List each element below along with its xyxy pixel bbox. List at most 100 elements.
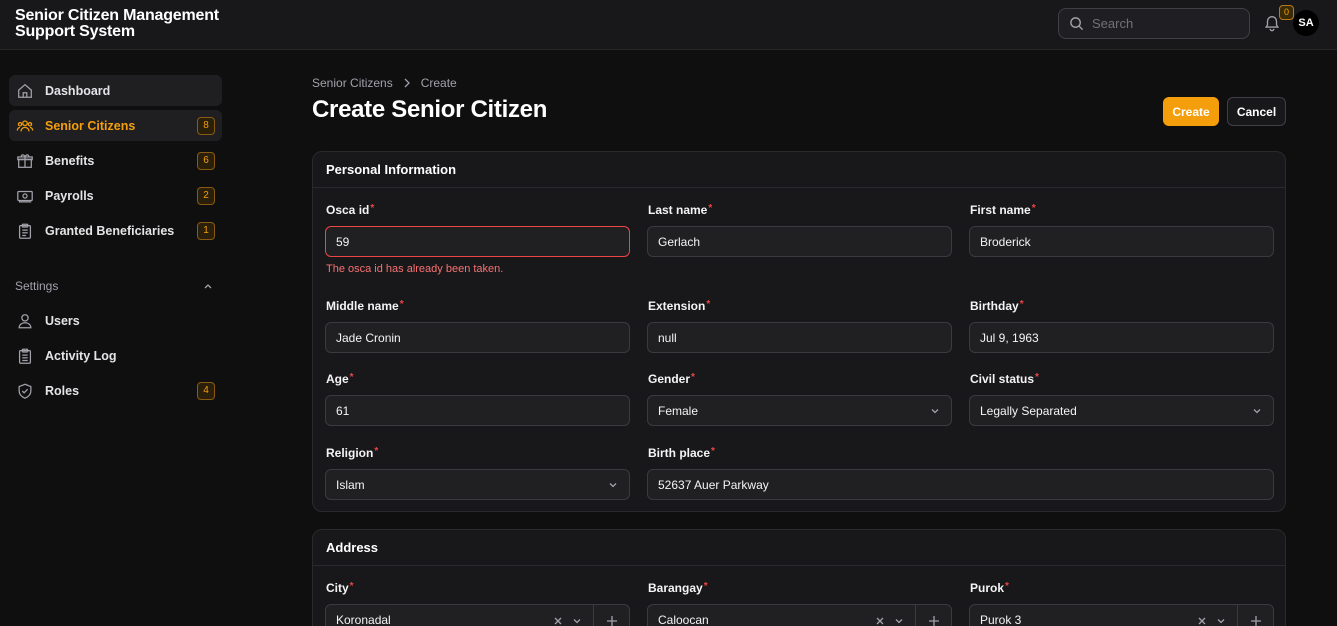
sidebar-item-label: Senior Citizens xyxy=(45,118,136,133)
sidebar-item-roles[interactable]: Roles 4 xyxy=(9,375,222,406)
plus-icon[interactable] xyxy=(1250,615,1262,626)
last-name-field[interactable]: Gerlach xyxy=(647,226,952,257)
chevron-right-icon xyxy=(404,78,410,88)
divider xyxy=(593,605,594,626)
count-badge: 6 xyxy=(197,152,215,170)
chevron-down-icon[interactable] xyxy=(572,616,582,626)
religion-label: Religion* xyxy=(326,446,379,460)
sidebar-item-label: Benefits xyxy=(45,153,95,168)
sidebar-item-label: Payrolls xyxy=(45,188,94,203)
clear-icon[interactable] xyxy=(553,616,563,626)
count-badge: 2 xyxy=(197,187,215,205)
purok-label: Purok* xyxy=(970,581,1009,595)
birth-place-label: Birth place* xyxy=(648,446,715,460)
sidebar-item-granted-beneficiaries[interactable]: Granted Beneficiaries 1 xyxy=(9,215,222,246)
sidebar-item-senior-citizens[interactable]: Senior Citizens 8 xyxy=(9,110,222,141)
search-placeholder: Search xyxy=(1092,16,1134,31)
breadcrumb: Senior Citizens Create xyxy=(312,76,457,90)
chevron-down-icon xyxy=(609,483,617,488)
sidebar-item-activity-log[interactable]: Activity Log xyxy=(9,340,222,371)
birth-place-field[interactable]: 52637 Auer Parkway xyxy=(647,469,1274,500)
user-icon xyxy=(15,311,35,331)
chevron-down-icon[interactable] xyxy=(1216,616,1226,626)
sidebar-item-label: Roles xyxy=(45,383,80,398)
sidebar-item-payrolls[interactable]: Payrolls 2 xyxy=(9,180,222,211)
sidebar-item-users[interactable]: Users xyxy=(9,305,222,336)
page-title: Create Senior Citizen xyxy=(312,96,548,123)
civil-status-label: Civil status* xyxy=(970,372,1039,386)
clipboard-icon xyxy=(15,221,35,241)
sidebar-item-label: Users xyxy=(45,313,80,328)
home-icon xyxy=(15,81,35,101)
users-group-icon xyxy=(15,116,35,136)
create-button[interactable]: Create xyxy=(1163,97,1219,126)
first-name-label: First name* xyxy=(970,203,1036,217)
section-heading: Address xyxy=(313,530,1285,566)
age-label: Age* xyxy=(326,372,354,386)
chevron-down-icon[interactable] xyxy=(894,616,904,626)
purok-select[interactable]: Purok 3 xyxy=(969,604,1274,626)
chevron-down-icon xyxy=(1253,409,1261,414)
city-select[interactable]: Koronadal xyxy=(325,604,630,626)
count-badge: 1 xyxy=(197,222,215,240)
city-label: City* xyxy=(326,581,354,595)
purok-value: Purok 3 xyxy=(980,612,1022,626)
gift-icon xyxy=(15,151,35,171)
religion-value: Islam xyxy=(336,477,365,492)
section-heading: Personal Information xyxy=(313,152,1285,188)
avatar[interactable]: SA xyxy=(1293,10,1319,36)
city-value: Koronadal xyxy=(336,612,391,626)
age-field[interactable]: 61 xyxy=(325,395,630,426)
chevron-up-icon[interactable] xyxy=(203,281,213,291)
chevron-down-icon xyxy=(931,409,939,414)
first-name-field[interactable]: Broderick xyxy=(969,226,1274,257)
personal-information-section: Personal Information Osca id* 59 The osc… xyxy=(312,151,1286,512)
osca-id-label: Osca id* xyxy=(326,203,375,217)
banknote-icon xyxy=(15,186,35,206)
last-name-label: Last name* xyxy=(648,203,713,217)
extension-label: Extension* xyxy=(648,299,711,313)
sidebar-item-dashboard[interactable]: Dashboard xyxy=(9,75,222,106)
sidebar: Dashboard Senior Citizens 8 Benefits 6 P… xyxy=(0,50,232,626)
clipboard-list-icon xyxy=(15,346,35,366)
sidebar-item-label: Activity Log xyxy=(45,348,117,363)
birthday-label: Birthday* xyxy=(970,299,1024,313)
gender-value: Female xyxy=(658,403,699,418)
clear-icon[interactable] xyxy=(875,616,885,626)
shield-check-icon xyxy=(15,381,35,401)
middle-name-label: Middle name* xyxy=(326,299,404,313)
top-bar: Senior Citizen Management Support System… xyxy=(0,0,1337,50)
civil-status-value: Legally Separated xyxy=(980,403,1077,418)
settings-group-label[interactable]: Settings xyxy=(15,279,215,293)
sidebar-item-label: Granted Beneficiaries xyxy=(45,223,175,238)
gender-select[interactable]: Female xyxy=(647,395,952,426)
middle-name-field[interactable]: Jade Cronin xyxy=(325,322,630,353)
notification-count-badge: 0 xyxy=(1279,5,1294,20)
plus-icon[interactable] xyxy=(606,615,618,626)
osca-id-field[interactable]: 59 xyxy=(325,226,630,257)
barangay-label: Barangay* xyxy=(648,581,708,595)
religion-select[interactable]: Islam xyxy=(325,469,630,500)
divider xyxy=(1237,605,1238,626)
barangay-value: Caloocan xyxy=(658,612,709,626)
breadcrumb-current: Create xyxy=(420,76,457,90)
count-badge: 8 xyxy=(197,117,215,135)
divider xyxy=(915,605,916,626)
cancel-button[interactable]: Cancel xyxy=(1227,97,1286,126)
barangay-select[interactable]: Caloocan xyxy=(647,604,952,626)
search-input[interactable]: Search xyxy=(1058,8,1250,39)
sidebar-item-benefits[interactable]: Benefits 6 xyxy=(9,145,222,176)
birthday-field[interactable]: Jul 9, 1963 xyxy=(969,322,1274,353)
breadcrumb-parent-link[interactable]: Senior Citizens xyxy=(312,76,393,90)
gender-label: Gender* xyxy=(648,372,695,386)
search-icon xyxy=(1070,17,1084,31)
count-badge: 4 xyxy=(197,382,215,400)
civil-status-select[interactable]: Legally Separated xyxy=(969,395,1274,426)
sidebar-item-label: Dashboard xyxy=(45,83,111,98)
extension-field[interactable]: null xyxy=(647,322,952,353)
app-title[interactable]: Senior Citizen Management Support System xyxy=(15,8,245,40)
clear-icon[interactable] xyxy=(1197,616,1207,626)
osca-id-error: The osca id has already been taken. xyxy=(326,263,504,275)
address-section: Address City* Koronadal Barangay* Calooc… xyxy=(312,529,1286,626)
plus-icon[interactable] xyxy=(928,615,940,626)
